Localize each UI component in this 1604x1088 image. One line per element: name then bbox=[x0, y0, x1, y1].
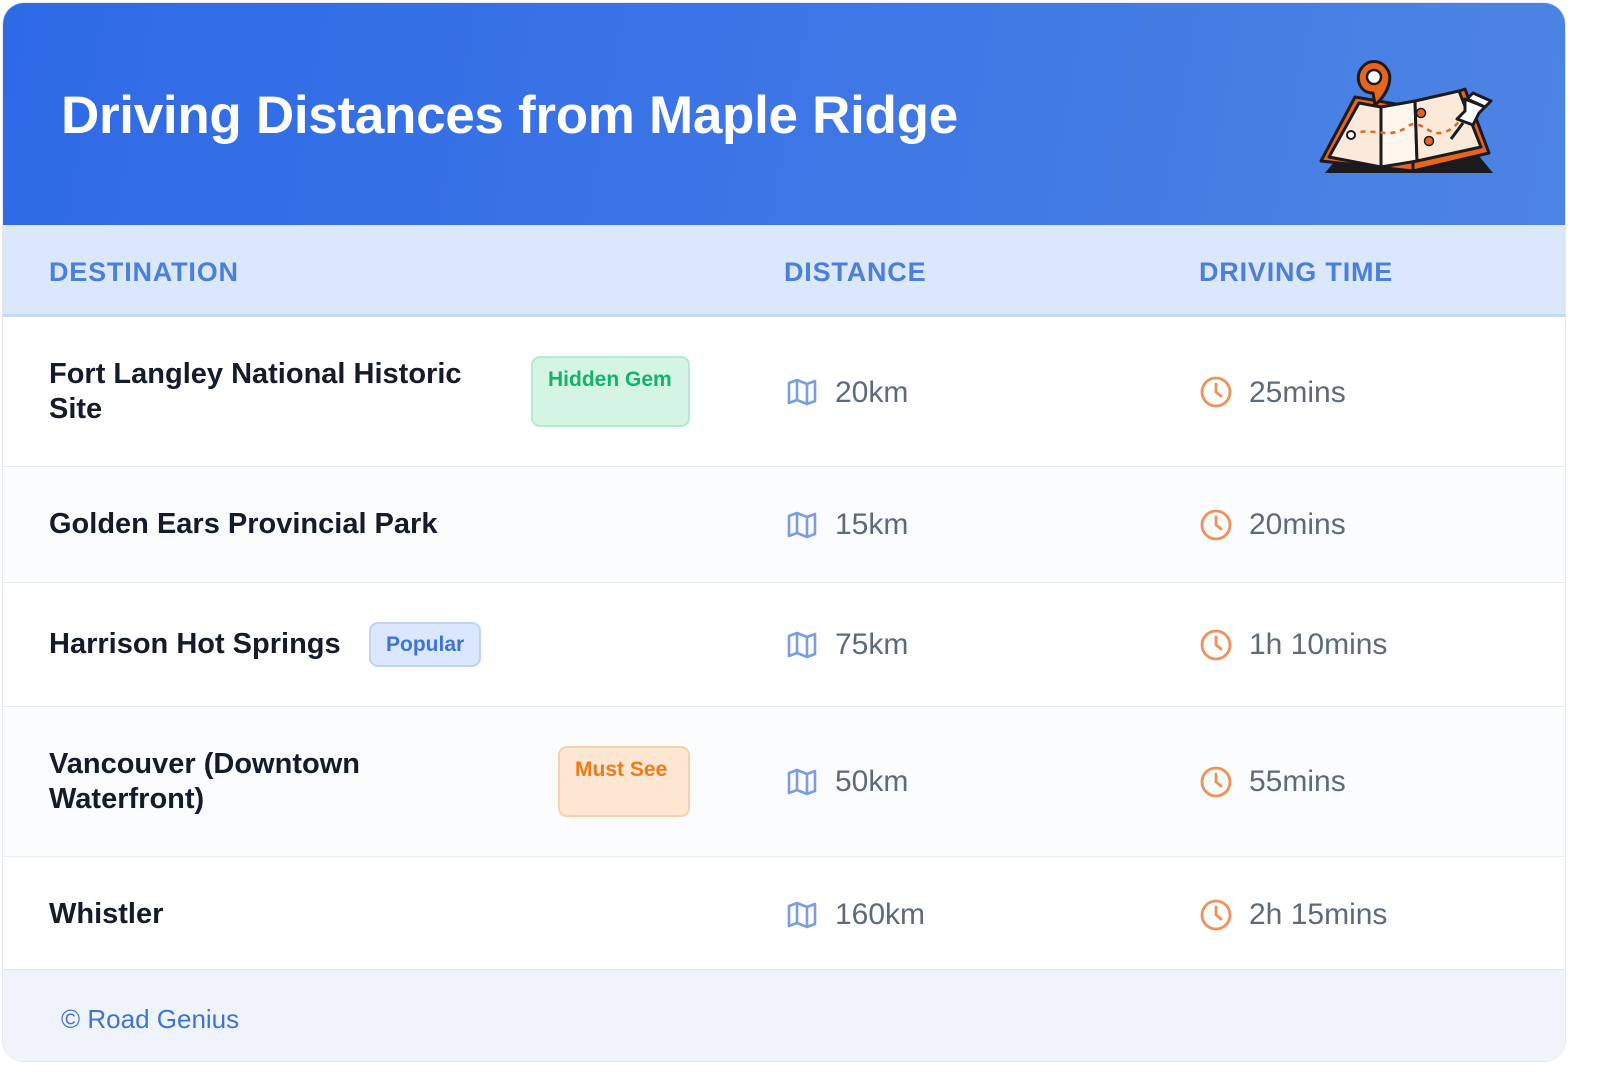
map-icon bbox=[787, 511, 817, 539]
distance-card: Driving Distances from Maple Ridge DESTI… bbox=[2, 2, 1566, 1062]
column-header-driving-time[interactable]: DRIVING TIME bbox=[1199, 257, 1393, 288]
clock-icon bbox=[1200, 376, 1232, 408]
destination-name: Whistler bbox=[49, 898, 164, 930]
driving-time-value: 2h 15mins bbox=[1249, 898, 1388, 931]
destination-name: Vancouver (Downtown Waterfront) bbox=[49, 748, 360, 815]
distance-value: 75km bbox=[835, 628, 909, 661]
map-illustration-icon bbox=[1319, 60, 1493, 173]
map-icon bbox=[787, 901, 817, 929]
popular-badge: Popular bbox=[369, 622, 482, 667]
distance-value: 20km bbox=[835, 376, 909, 409]
table-header: DESTINATION DISTANCE DRIVING TIME bbox=[3, 225, 1565, 317]
clock-icon bbox=[1200, 766, 1232, 798]
must-see-badge: Must See bbox=[558, 746, 690, 817]
clock-icon bbox=[1200, 509, 1232, 541]
column-header-destination[interactable]: DESTINATION bbox=[49, 257, 239, 288]
distance-value: 50km bbox=[835, 765, 909, 798]
column-header-distance[interactable]: DISTANCE bbox=[784, 257, 926, 288]
header-banner: Driving Distances from Maple Ridge bbox=[3, 3, 1565, 225]
destination-name: Harrison Hot Springs bbox=[49, 628, 341, 660]
page-title: Driving Distances from Maple Ridge bbox=[61, 86, 958, 145]
map-icon bbox=[787, 378, 817, 406]
table-row[interactable]: Golden Ears Provincial Park 15km 20mins bbox=[3, 467, 1565, 583]
distance-value: 160km bbox=[835, 898, 926, 931]
hidden-gem-badge: Hidden Gem bbox=[531, 356, 690, 427]
table-row[interactable]: Harrison Hot Springs Popular 75km 1h 10m… bbox=[3, 583, 1565, 707]
table-row[interactable]: Vancouver (Downtown Waterfront) Must See… bbox=[3, 707, 1565, 857]
table-row[interactable]: Whistler 160km 2h 15mins bbox=[3, 857, 1565, 969]
driving-time-value: 55mins bbox=[1249, 765, 1346, 798]
driving-time-value: 1h 10mins bbox=[1249, 628, 1388, 661]
destination-name: Golden Ears Provincial Park bbox=[49, 508, 438, 540]
clock-icon bbox=[1200, 899, 1232, 931]
driving-time-value: 25mins bbox=[1249, 376, 1346, 409]
destination-name: Fort Langley National Historic Site bbox=[49, 358, 462, 425]
map-icon bbox=[787, 631, 817, 659]
footer-credit[interactable]: © Road Genius bbox=[61, 1004, 239, 1035]
footer: © Road Genius bbox=[3, 969, 1565, 1061]
clock-icon bbox=[1200, 629, 1232, 661]
map-icon bbox=[787, 768, 817, 796]
driving-time-value: 20mins bbox=[1249, 508, 1346, 541]
table-row[interactable]: Fort Langley National Historic Site Hidd… bbox=[3, 317, 1565, 467]
distance-value: 15km bbox=[835, 508, 909, 541]
